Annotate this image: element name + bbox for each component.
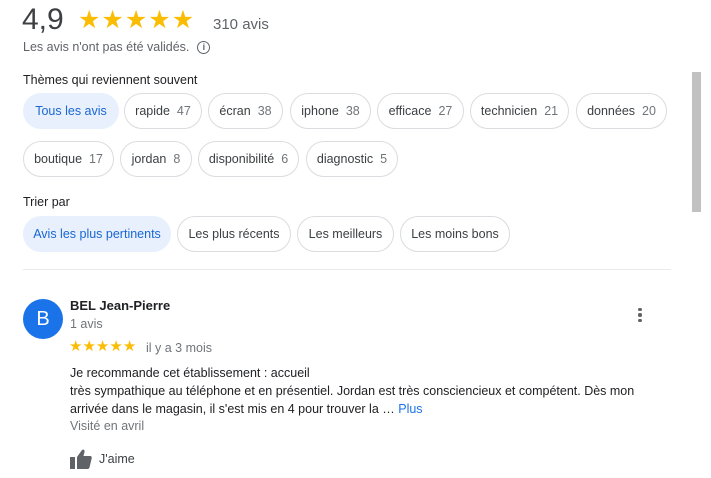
chip-label: diagnostic	[316, 152, 374, 166]
divider	[23, 269, 671, 270]
chip-label: disponibilité	[208, 152, 275, 166]
chip-count: 38	[345, 104, 360, 118]
chip-count: 8	[173, 152, 181, 166]
chip-count: 38	[257, 104, 272, 118]
more-link[interactable]: Plus	[398, 402, 422, 416]
chip-disponibilite[interactable]: disponibilité 6	[198, 141, 299, 177]
chip-label: données	[587, 104, 636, 118]
themes-label: Thèmes qui reviennent souvent	[23, 73, 198, 87]
review-author[interactable]: BEL Jean-Pierre	[70, 298, 170, 313]
avatar[interactable]: B	[23, 299, 63, 339]
chip-count: 21	[544, 104, 559, 118]
sort-highest[interactable]: Les meilleurs	[297, 216, 394, 252]
chip-rapide[interactable]: rapide 47	[124, 93, 202, 129]
sort-most-relevant[interactable]: Avis les plus pertinents	[23, 216, 171, 252]
chip-efficace[interactable]: efficace 27	[377, 93, 464, 129]
thumb-up-icon	[70, 449, 92, 469]
like-button[interactable]: J'aime	[70, 449, 135, 469]
sort-newest[interactable]: Les plus récents	[177, 216, 291, 252]
chip-count: 47	[176, 104, 191, 118]
rating-value: 4,9	[22, 3, 64, 36]
review-time: il y a 3 mois	[146, 341, 212, 355]
chip-jordan[interactable]: jordan 8	[120, 141, 192, 177]
star-icon: ★	[171, 6, 195, 34]
chip-label: efficace	[388, 104, 432, 118]
chip-label: iphone	[301, 104, 339, 118]
like-label: J'aime	[99, 452, 135, 466]
review-stars: ★ ★ ★ ★ ★	[69, 339, 136, 355]
chip-count: 20	[642, 104, 656, 118]
chip-diagnostic[interactable]: diagnostic 5	[306, 141, 398, 177]
sort-label: Trier par	[23, 195, 70, 209]
sort-option-label: Les plus récents	[188, 227, 280, 241]
info-icon[interactable]: i	[197, 40, 211, 54]
review-text-line: Je recommande cet établissement : accuei…	[70, 366, 310, 380]
star-icon: ★	[95, 338, 110, 355]
star-icon: ★	[122, 338, 137, 355]
chip-iphone[interactable]: iphone 38	[290, 93, 371, 129]
star-icon: ★	[124, 6, 148, 34]
sort-option-label: Les meilleurs	[308, 227, 383, 241]
chip-label: écran	[219, 104, 251, 118]
visited-date: Visité en avril	[70, 419, 145, 433]
star-icon: ★	[82, 338, 96, 355]
review-text-line: arrivée dans le magasin, il s'est mis en…	[70, 402, 395, 416]
more-vert-icon[interactable]	[632, 305, 648, 325]
star-icon: ★	[101, 6, 124, 34]
chip-count: 17	[89, 152, 103, 166]
review-text-line: très sympathique au téléphone et en prés…	[70, 384, 635, 398]
chip-donnees[interactable]: données 20	[576, 93, 667, 129]
review-text: Je recommande cet établissement : accuei…	[70, 364, 690, 418]
chip-count: 6	[281, 152, 289, 166]
chip-label: rapide	[135, 104, 170, 118]
star-icon: ★	[148, 6, 171, 34]
chip-tous-les-avis[interactable]: Tous les avis	[23, 93, 119, 129]
chip-ecran[interactable]: écran 38	[208, 93, 283, 129]
disclaimer-text: Les avis n'ont pas été validés.	[23, 40, 190, 54]
star-icon: ★	[69, 338, 83, 355]
review-author-meta: 1 avis	[70, 317, 103, 331]
chip-label: boutique	[34, 152, 83, 166]
star-icon: ★	[109, 338, 123, 355]
star-icon: ★	[78, 6, 101, 34]
chip-label: jordan	[131, 152, 167, 166]
chip-count: 5	[380, 152, 388, 166]
review-count: 310 avis	[213, 16, 269, 33]
review-text-last-line: arrivée dans le magasin, il s'est mis en…	[70, 400, 690, 418]
disclaimer: Les avis n'ont pas été validés. i	[23, 40, 211, 54]
chip-technicien[interactable]: technicien 21	[470, 93, 569, 129]
rating-stars: ★ ★ ★ ★ ★	[78, 7, 194, 33]
chip-boutique[interactable]: boutique 17	[23, 141, 114, 177]
chip-count: 27	[438, 104, 453, 118]
chip-label: technicien	[480, 104, 538, 118]
sort-option-label: Avis les plus pertinents	[33, 227, 161, 241]
scrollbar-thumb[interactable]	[692, 72, 701, 212]
sort-lowest[interactable]: Les moins bons	[400, 216, 510, 252]
chip-label: Tous les avis	[35, 104, 107, 118]
sort-option-label: Les moins bons	[411, 227, 499, 241]
